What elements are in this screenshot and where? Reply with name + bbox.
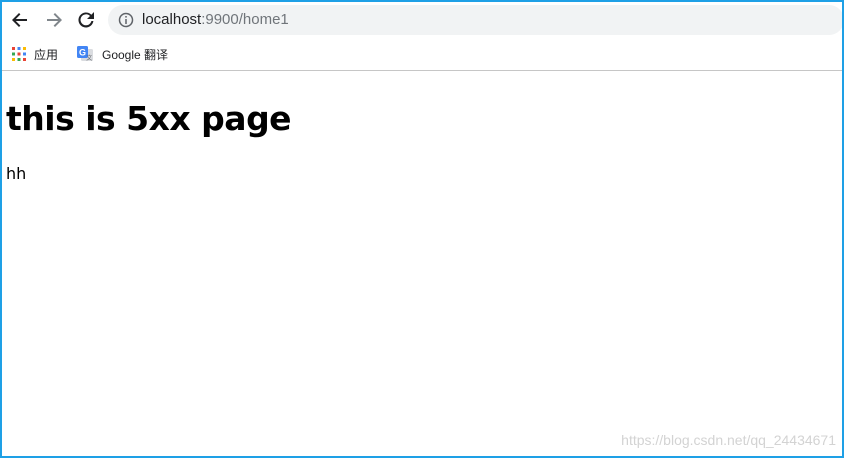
back-button[interactable] — [8, 8, 32, 32]
forward-button[interactable] — [42, 8, 66, 32]
bookmarks-bar: 应用 G 文 Google 翻译 — [2, 38, 842, 71]
browser-window: localhost:9900/home1 应用 G 文 Google 翻译 th… — [0, 0, 844, 458]
page-content: this is 5xx page hh https://blog.csdn.ne… — [2, 71, 842, 456]
bookmark-label: 应用 — [34, 47, 59, 62]
apps-grid-icon — [12, 47, 26, 61]
url-text[interactable]: localhost:9900/home1 — [142, 11, 289, 29]
reload-icon — [77, 11, 95, 29]
url-host: localhost — [142, 11, 202, 28]
bookmark-label: Google 翻译 — [102, 47, 169, 62]
bookmark-apps[interactable]: 应用 — [12, 44, 58, 64]
arrow-right-icon — [45, 11, 63, 29]
arrow-left-icon — [11, 11, 29, 29]
watermark: https://blog.csdn.net/qq_24434671 — [621, 432, 836, 448]
address-bar[interactable]: localhost:9900/home1 — [108, 5, 842, 35]
page-heading: this is 5xx page — [6, 99, 292, 138]
reload-button[interactable] — [74, 8, 98, 32]
url-path: :9900/home1 — [201, 11, 289, 28]
page-text: hh — [6, 164, 27, 183]
browser-toolbar: localhost:9900/home1 — [2, 2, 842, 38]
google-translate-icon: G 文 — [76, 45, 94, 63]
svg-text:文: 文 — [86, 54, 92, 62]
svg-text:G: G — [79, 48, 86, 58]
bookmark-google-translate[interactable]: G 文 Google 翻译 — [76, 44, 168, 64]
info-icon[interactable] — [118, 12, 134, 28]
